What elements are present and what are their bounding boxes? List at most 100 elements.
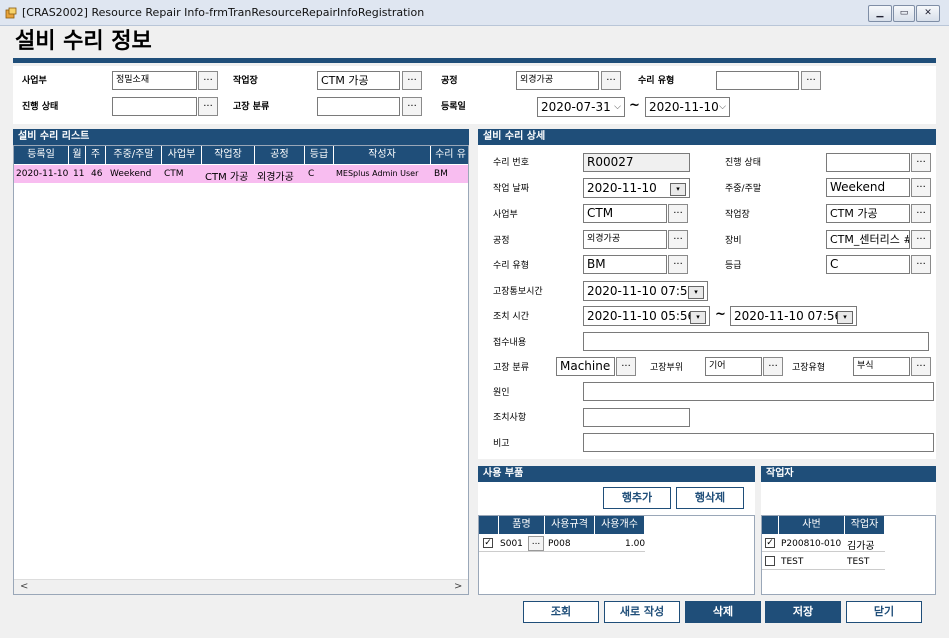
column-header-workplace[interactable]: 작업장	[202, 146, 255, 164]
search-business-lookup-button[interactable]: ...	[198, 71, 218, 90]
fault-part-label: 고장부위	[650, 363, 684, 373]
detail-workplace-field[interactable]: CTM 가공	[826, 204, 910, 223]
search-status-field[interactable]	[112, 97, 197, 116]
search-date-to-picker[interactable]: 2020-11-10 ⌵	[645, 97, 730, 117]
column-header-grade[interactable]: 등급	[305, 146, 334, 164]
scroll-right-icon[interactable]: >	[454, 581, 462, 592]
detail-fault-class-field[interactable]: Machine	[556, 357, 615, 376]
column-header-part-qty[interactable]: 사용개수	[595, 516, 645, 534]
table-row[interactable]: ✓ P200810-010 김가공	[762, 535, 885, 552]
close-button[interactable]: 닫기	[846, 601, 922, 623]
cell-part-spec: P008	[548, 539, 571, 549]
search-date-to-value: 2020-11-10	[649, 100, 719, 114]
worker-row-checkbox[interactable]	[765, 556, 775, 566]
detail-process-lookup-button[interactable]: ...	[668, 230, 688, 249]
detail-repair-type-field[interactable]: BM	[583, 255, 667, 274]
column-header-process[interactable]: 공정	[255, 146, 305, 164]
action-field[interactable]	[583, 408, 690, 427]
worker-row-checkbox[interactable]: ✓	[765, 538, 775, 548]
parts-grid[interactable]: 품명 사용규격 사용개수 ✓ S001 ... P008 1.00	[478, 515, 755, 595]
action-time-tilde: ~	[715, 307, 726, 322]
column-header-business[interactable]: 사업부	[162, 146, 202, 164]
cell-month: 11	[73, 169, 85, 179]
equipment-lookup-button[interactable]: ...	[911, 230, 931, 249]
search-button[interactable]: 조회	[523, 601, 599, 623]
table-row[interactable]: 2020-11-10 11 46 Weekend CTM CTM 가공 외경가공…	[14, 165, 468, 183]
detail-business-lookup-button[interactable]: ...	[668, 204, 688, 223]
fault-type-field[interactable]: 부식	[853, 357, 910, 376]
save-button[interactable]: 저장	[765, 601, 841, 623]
chevron-down-icon: ⌵	[719, 102, 726, 112]
search-workplace-field[interactable]: CTM 가공	[317, 71, 400, 90]
fault-part-lookup-button[interactable]: ...	[763, 357, 783, 376]
workers-grid[interactable]: 사번 작업자 ✓ P200810-010 김가공 TEST TEST	[761, 515, 936, 595]
cause-label: 원인	[493, 388, 510, 398]
search-repair-type-lookup-button[interactable]: ...	[801, 71, 821, 90]
maximize-button[interactable]: ▭	[893, 5, 915, 22]
minimize-button[interactable]: ▁	[868, 5, 892, 22]
repair-no-field[interactable]: R00027	[583, 153, 690, 172]
search-fault-class-lookup-button[interactable]: ...	[402, 97, 422, 116]
cell-worker-name: 김가공	[847, 541, 875, 552]
column-header-worker-name[interactable]: 작업자	[845, 516, 885, 534]
search-business-label: 사업부	[22, 76, 47, 86]
close-window-button[interactable]: ✕	[916, 5, 940, 22]
cause-field[interactable]	[583, 382, 934, 401]
detail-process-field[interactable]: 외경가공	[583, 230, 667, 249]
detail-status-field[interactable]	[826, 153, 910, 172]
remark-field[interactable]	[583, 433, 934, 452]
search-fault-class-field[interactable]	[317, 97, 400, 116]
detail-fault-class-lookup-button[interactable]: ...	[616, 357, 636, 376]
table-row[interactable]: ✓ S001 ... P008 1.00	[479, 535, 645, 552]
part-lookup-button[interactable]: ...	[528, 536, 544, 551]
detail-status-lookup-button[interactable]: ...	[911, 153, 931, 172]
column-header-part-spec[interactable]: 사용규격	[545, 516, 595, 534]
column-header-reg-date[interactable]: 등록일	[14, 146, 69, 164]
detail-workplace-lookup-button[interactable]: ...	[911, 204, 931, 223]
add-row-button[interactable]: 행추가	[603, 487, 671, 509]
remark-label: 비고	[493, 439, 510, 449]
grade-lookup-button[interactable]: ...	[911, 255, 931, 274]
detail-business-field[interactable]: CTM	[583, 204, 667, 223]
work-date-label: 작업 날짜	[493, 184, 529, 194]
column-header-month[interactable]: 월	[69, 146, 86, 164]
column-header-weekday[interactable]: 주중/주말	[106, 146, 162, 164]
delete-row-button[interactable]: 행삭제	[676, 487, 744, 509]
page-title: 설비 수리 정보	[15, 29, 152, 54]
table-row[interactable]: TEST TEST	[762, 553, 885, 570]
column-header-part-name[interactable]: 품명	[499, 516, 545, 534]
part-row-checkbox[interactable]: ✓	[483, 538, 493, 548]
cell-workplace: CTM 가공	[205, 172, 249, 183]
fault-part-field[interactable]: 기어	[705, 357, 762, 376]
search-repair-type-field[interactable]	[716, 71, 799, 90]
action-time-from-picker[interactable]: 2020-11-10 05:56 ▾	[583, 306, 710, 326]
column-header-employee-id[interactable]: 사번	[779, 516, 845, 534]
column-header-repair-type[interactable]: 수리 유	[431, 146, 468, 164]
search-status-lookup-button[interactable]: ...	[198, 97, 218, 116]
receipt-field[interactable]	[583, 332, 929, 351]
repair-list-grid[interactable]: 등록일 월 주 주중/주말 사업부 작업장 공정 등급 작성자 수리 유 202…	[13, 145, 469, 595]
column-header-writer[interactable]: 작성자	[334, 146, 431, 164]
fault-type-label: 고장유형	[792, 363, 826, 373]
action-time-to-picker[interactable]: 2020-11-10 07:56 ▾	[730, 306, 857, 326]
equipment-field[interactable]: CTM_센터리스 #	[826, 230, 910, 249]
detail-repair-type-lookup-button[interactable]: ...	[668, 255, 688, 274]
search-date-from-picker[interactable]: 2020-07-31 ⌵	[537, 97, 625, 117]
search-process-field[interactable]: 외경가공	[516, 71, 599, 90]
horizontal-scrollbar[interactable]: < >	[14, 579, 468, 594]
weekday-lookup-button[interactable]: ...	[911, 178, 931, 197]
scroll-left-icon[interactable]: <	[20, 581, 28, 592]
grade-field[interactable]: C	[826, 255, 910, 274]
detail-fault-class-label: 고장 분류	[493, 363, 529, 373]
cell-week: 46	[91, 169, 103, 179]
work-date-picker[interactable]: 2020-11-10 ▾	[583, 178, 690, 198]
search-business-field[interactable]: 정밀소재	[112, 71, 197, 90]
search-process-lookup-button[interactable]: ...	[601, 71, 621, 90]
fault-report-time-picker[interactable]: 2020-11-10 07:56 ▾	[583, 281, 708, 301]
new-button[interactable]: 새로 작성	[604, 601, 680, 623]
search-workplace-lookup-button[interactable]: ...	[402, 71, 422, 90]
weekday-field[interactable]: Weekend	[826, 178, 910, 197]
delete-button[interactable]: 삭제	[685, 601, 761, 623]
column-header-week[interactable]: 주	[86, 146, 106, 164]
fault-type-lookup-button[interactable]: ...	[911, 357, 931, 376]
